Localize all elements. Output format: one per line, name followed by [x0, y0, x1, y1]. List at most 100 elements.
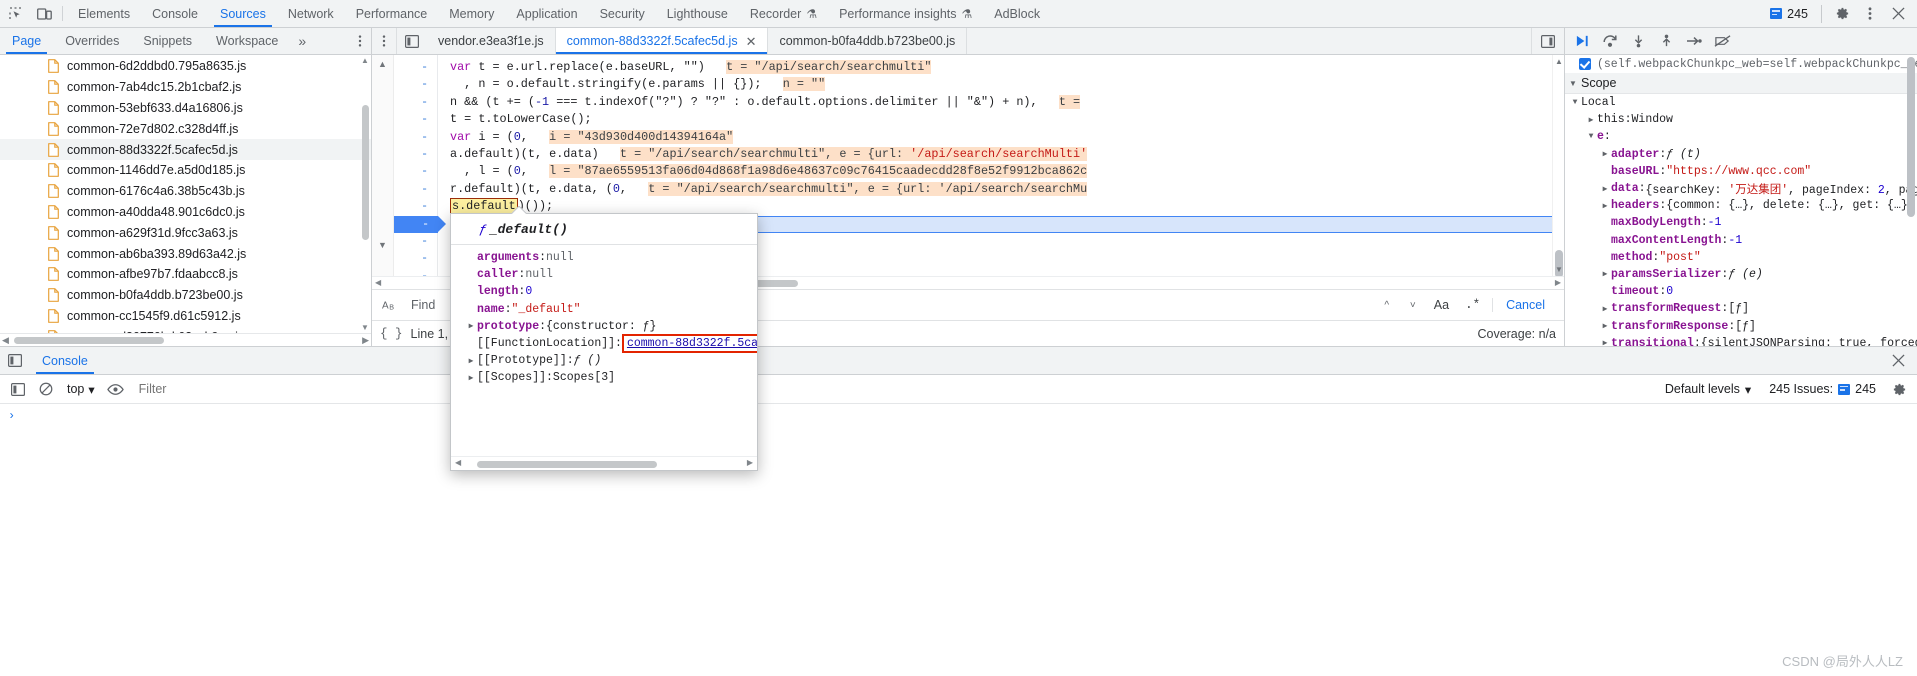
checkbox-icon[interactable] — [1579, 58, 1591, 70]
chevron-right-icon[interactable]: ▶ — [1599, 321, 1611, 331]
scrollbar-thumb[interactable] — [14, 337, 164, 344]
property-value[interactable]: common-88d3322f.5ca — [621, 334, 757, 354]
tab-application[interactable]: Application — [505, 0, 588, 27]
file-list-item[interactable]: common-a40dda48.901c6dc0.js — [0, 202, 371, 223]
scope-variable-row[interactable]: ▶ headers: {common: {…}, delete: {…}, get… — [1565, 197, 1917, 214]
debugger-vertical-scrollbar[interactable] — [1905, 55, 1917, 346]
match-case-icon[interactable]: AB — [378, 298, 407, 312]
tab-lighthouse[interactable]: Lighthouse — [656, 0, 739, 27]
file-list-item[interactable]: common-53ebf633.d4a16806.js — [0, 98, 371, 119]
file-list-item[interactable]: common-d30770bd.62ccb9ca.js — [0, 326, 371, 333]
scope-variable-row[interactable]: ▼ e: — [1565, 128, 1917, 145]
chevron-right-icon[interactable]: ▶ — [1599, 269, 1611, 279]
pretty-print-icon[interactable]: { } — [380, 327, 403, 341]
chevron-right-icon[interactable]: ▶ — [1599, 304, 1611, 314]
scroll-right-arrow[interactable]: ▶ — [1555, 278, 1561, 287]
close-icon[interactable]: ✕ — [746, 35, 757, 48]
scrollbar-thumb[interactable] — [362, 105, 369, 240]
chevron-up-icon[interactable]: ^ — [1376, 300, 1398, 311]
scrollbar-thumb[interactable] — [477, 461, 657, 468]
scroll-down-arrow[interactable]: ▼ — [361, 323, 369, 332]
step-over-icon[interactable] — [1597, 30, 1623, 52]
step-out-icon[interactable] — [1653, 30, 1679, 52]
kebab-menu-icon[interactable] — [349, 28, 371, 54]
navigator-vertical-scrollbar[interactable]: ▲ ▼ — [360, 55, 371, 333]
code-line[interactable]: var i = (0, i = "43d930d400d14394164a" — [450, 129, 1564, 146]
function-location-link[interactable]: common-88d3322f.5ca — [627, 337, 757, 350]
scroll-down-arrow[interactable]: ▼ — [378, 240, 387, 250]
cancel-button[interactable]: Cancel — [1492, 298, 1558, 312]
step-into-icon[interactable] — [1625, 30, 1651, 52]
kebab-menu-icon[interactable] — [1857, 1, 1883, 27]
tab-console[interactable]: Console — [141, 0, 209, 27]
gutter-marker[interactable]: - — [394, 76, 428, 93]
tab-elements[interactable]: Elements — [67, 0, 141, 27]
tab-network[interactable]: Network — [277, 0, 345, 27]
nav-tab-overrides[interactable]: Overrides — [53, 28, 131, 54]
chevron-right-icon[interactable]: ▶ — [465, 356, 477, 366]
split-pane-icon[interactable] — [1531, 28, 1564, 54]
scroll-up-arrow[interactable]: ▲ — [378, 59, 387, 69]
file-list-item[interactable]: common-88d3322f.5cafec5d.js — [0, 139, 371, 160]
resume-script-icon[interactable] — [1569, 30, 1595, 52]
scroll-down-arrow[interactable]: ▼ — [1555, 265, 1563, 274]
console-sidebar-icon[interactable] — [5, 377, 31, 401]
close-icon[interactable] — [1880, 347, 1917, 374]
code-line[interactable]: , l = (0, l = "87ae6559513fa06d04d868f1a… — [450, 163, 1564, 180]
scope-variable-row[interactable]: method: "post" — [1565, 249, 1917, 266]
popover-property-row[interactable]: ▶ [[Scopes]]: Scopes[3] — [451, 369, 757, 386]
popover-property-row[interactable]: ▶ [[Prototype]]: ƒ () — [451, 352, 757, 369]
gutter-marker[interactable]: - — [394, 233, 428, 250]
code-line[interactable]: r.default)(t, e.data, (0, t = "/api/sear… — [450, 181, 1564, 198]
code-line[interactable]: n && (t += (-1 === t.indexOf("?") ? "?" … — [450, 94, 1564, 111]
execution-context-selector[interactable]: top ▾ — [61, 382, 101, 397]
nav-tab-page[interactable]: Page — [0, 28, 53, 54]
console-output[interactable]: › CSDN @局外人人LZ — [0, 404, 1917, 676]
popover-property-row[interactable]: caller: null — [451, 266, 757, 283]
editor-tab-common-88d3322f[interactable]: common-88d3322f.5cafec5d.js ✕ — [555, 28, 769, 54]
console-issues-button[interactable]: 245 Issues: 245 — [1761, 382, 1884, 396]
scroll-left-arrow[interactable]: ◀ — [2, 335, 9, 346]
gutter-marker[interactable]: - — [394, 94, 428, 111]
nav-tab-snippets[interactable]: Snippets — [131, 28, 204, 54]
show-navigator-icon[interactable] — [396, 28, 427, 54]
chevron-right-icon[interactable]: ▶ — [1599, 338, 1611, 346]
file-list-item[interactable]: common-6176c4a6.38b5c43b.js — [0, 181, 371, 202]
scope-variable-row[interactable]: ▶ data: {searchKey: '万达集团', pageIndex: 2,… — [1565, 180, 1917, 197]
clear-console-icon[interactable] — [33, 377, 59, 401]
scroll-right-arrow[interactable]: ▶ — [362, 335, 369, 346]
tab-performance[interactable]: Performance — [345, 0, 439, 27]
file-list-item[interactable]: common-ab6ba393.89d63a42.js — [0, 243, 371, 264]
scope-variable-row[interactable]: timeout: 0 — [1565, 283, 1917, 300]
kebab-menu-icon[interactable] — [372, 28, 396, 54]
log-levels-selector[interactable]: Default levels ▾ — [1657, 382, 1759, 397]
callstack-frame-row[interactable]: (self.webpackChunkpc_web=self.webpackChu… — [1565, 55, 1917, 73]
scope-variable-row[interactable]: ▶ adapter: ƒ (t) — [1565, 146, 1917, 163]
gutter-marker[interactable]: - — [394, 59, 428, 76]
scope-variable-row[interactable]: ▶ this: Window — [1565, 111, 1917, 128]
code-line[interactable]: , n = o.default.stringify(e.params || {}… — [450, 76, 1564, 93]
file-list-item[interactable]: common-1146dd7e.a5d0d185.js — [0, 160, 371, 181]
gutter-marker[interactable]: - — [394, 146, 428, 163]
scope-variable-row[interactable]: baseURL: "https://www.qcc.com" — [1565, 163, 1917, 180]
live-expression-icon[interactable] — [103, 377, 129, 401]
gutter-marker[interactable]: - — [394, 111, 428, 128]
scope-local-row[interactable]: ▼ Local — [1565, 94, 1917, 111]
popover-property-row[interactable]: ▶ prototype: {constructor: ƒ} — [451, 318, 757, 335]
chevron-down-icon[interactable]: ▼ — [1585, 132, 1597, 141]
scope-variable-row[interactable]: maxContentLength: -1 — [1565, 232, 1917, 249]
debugger-content[interactable]: (self.webpackChunkpc_web=self.webpackChu… — [1565, 55, 1917, 346]
file-list-item[interactable]: common-7ab4dc15.2b1cbaf2.js — [0, 77, 371, 98]
navigator-horizontal-scrollbar[interactable]: ◀ ▶ — [0, 333, 371, 346]
scroll-up-arrow[interactable]: ▲ — [1555, 57, 1563, 66]
regex-toggle[interactable]: .* — [1459, 298, 1486, 312]
popover-property-row[interactable]: arguments: null — [451, 249, 757, 266]
tab-sources[interactable]: Sources — [209, 0, 277, 27]
chevron-right-icon[interactable]: ▶ — [1585, 115, 1597, 125]
code-line[interactable]: t = t.toLowerCase(); — [450, 111, 1564, 128]
code-line[interactable]: var t = e.url.replace(e.baseURL, "") t =… — [450, 59, 1564, 76]
inspect-cursor-icon[interactable] — [2, 0, 30, 27]
file-list-item[interactable]: common-6d2ddbd0.795a8635.js — [0, 56, 371, 77]
scroll-right-arrow[interactable]: ▶ — [747, 458, 753, 467]
gutter-marker[interactable]: - — [394, 181, 428, 198]
